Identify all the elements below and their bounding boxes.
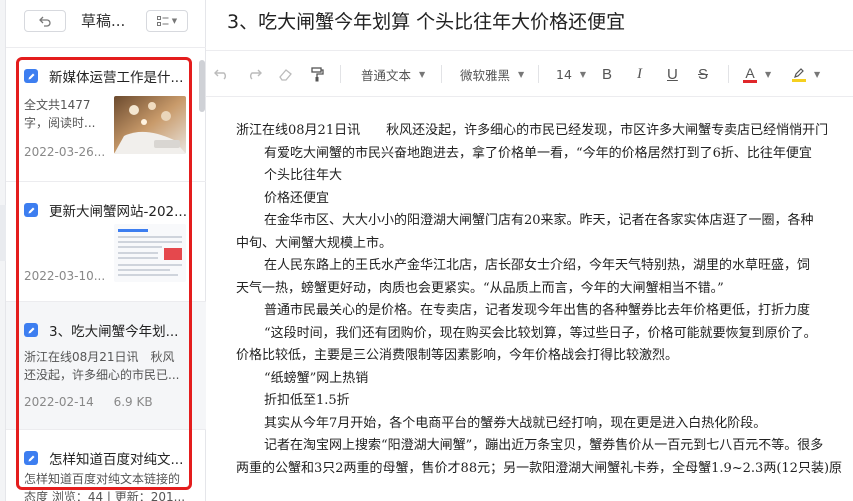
toolbar-divider <box>441 65 442 83</box>
font-size-select[interactable]: 14 ▼ <box>556 63 586 85</box>
list-item[interactable]: 怎样知道百度对纯文... 怎样知道百度对纯文本链接的 态度 浏览：44 | 更新… <box>6 430 206 501</box>
list-item-date: 2022-03-10... <box>24 269 106 283</box>
draft-list: 新媒体运营工作是什... 全文共1477 字，阅读时... 2022-03-26… <box>6 48 206 501</box>
body-subheading: 价格还便宜 <box>264 190 330 206</box>
body-paragraph: 其实从今年7月开始，各个电商平台的蟹券大战就已经打响，现在更是进入白热化阶段。 <box>264 415 767 431</box>
list-item-meta: 2022-02-14 6.9 KB <box>24 394 153 410</box>
toolbar-divider <box>340 65 341 83</box>
list-item-date: 2022-03-26... <box>24 145 106 159</box>
clear-format-button[interactable] <box>278 63 293 85</box>
list-item-excerpt: 全文共1477 字，阅读时... <box>24 98 96 130</box>
chevron-down-icon: ▼ <box>765 69 772 79</box>
return-arrow-icon <box>39 16 51 27</box>
list-item-title: 新媒体运营工作是什... <box>49 70 184 86</box>
redo-icon <box>250 69 262 80</box>
font-size-label: 14 <box>556 66 572 82</box>
paragraph-style-label: 普通文本 <box>361 67 412 83</box>
list-item-excerpt: 怎样知道百度对纯文本链接的 态度 浏览：44 | 更新：201... <box>24 472 186 501</box>
bold-icon: B <box>602 65 613 83</box>
format-painter-icon <box>311 66 324 81</box>
edit-document-icon <box>24 203 38 217</box>
body-subheading: 个头比往年大 <box>264 168 343 183</box>
body-subheading: 折扣低至1.5折 <box>264 393 350 408</box>
draft-panel-header: 草稿... ▼ <box>6 0 206 48</box>
body-paragraph: 两重的公蟹和3只2两重的母蟹，售价才88元；另一款阳澄湖大闸蟹礼卡券，全母蟹1.… <box>236 460 843 476</box>
chevron-down-icon: ▼ <box>579 69 587 79</box>
format-painter-button[interactable] <box>310 63 324 85</box>
body-paragraph: 记者在淘宝网上搜索“阳澄湖大闸蟹”，蹦出近万条宝贝，蟹券售价从一百元到七八百元不… <box>264 438 824 453</box>
body-paragraph: 浙江在线08月21日讯 秋风还没起，许多细心的市民已经发现，市区许多大闸蟹专卖店… <box>236 123 829 138</box>
underline-icon: U <box>667 65 678 83</box>
bold-button[interactable]: B <box>602 63 612 85</box>
panel-title: 草稿... <box>81 12 126 30</box>
list-item[interactable]: 新媒体运营工作是什... 全文共1477 字，阅读时... 2022-03-26… <box>6 48 206 182</box>
document-title[interactable]: 3、吃大闸蟹今年划算 个头比往年大价格还便宜 <box>227 10 625 34</box>
editor-pane: 3、吃大闸蟹今年划算 个头比往年大价格还便宜 普通文本 ▼ 微软雅黑 ▼ 14 ▼ B <box>206 0 853 501</box>
toolbar-divider <box>538 65 539 83</box>
list-item[interactable]: 3、吃大闸蟹今年划... 浙江在线08月21日讯 秋风 还没起，许多细心的市民已… <box>6 302 206 430</box>
italic-icon: I <box>637 65 642 82</box>
edit-document-icon <box>24 451 38 465</box>
document-body[interactable]: 浙江在线08月21日讯 秋风还没起，许多细心的市民已经发现，市区许多大闸蟹专卖店… <box>236 120 853 480</box>
body-paragraph: 价格比较低，主要是三公消费限制等因素影响，今年价格战会打得比较激烈。 <box>236 348 679 363</box>
italic-button[interactable]: I <box>637 63 642 85</box>
body-paragraph: 有爱吃大闸蟹的市民兴奋地跑进去，拿了价格单一看，“今年的价格居然打到了6折、比往… <box>264 145 812 161</box>
draft-list-panel: 草稿... ▼ 新媒体运营工作是什... 全文共1477 字，阅读时... 20… <box>6 0 206 501</box>
webpage-thumbnail <box>114 224 186 282</box>
list-item-title: 3、吃大闸蟹今年划... <box>49 324 179 340</box>
font-color-button[interactable]: A ▼ <box>743 63 771 85</box>
font-family-select[interactable]: 微软雅黑 ▼ <box>460 63 524 85</box>
body-paragraph: 中旬、大闸蟹大规模上市。 <box>236 235 393 251</box>
eraser-icon <box>279 68 292 81</box>
strikethrough-button[interactable]: S <box>698 63 708 85</box>
view-mode-button[interactable]: ▼ <box>146 10 188 32</box>
list-item-title: 怎样知道百度对纯文... <box>49 452 184 468</box>
strikethrough-icon: S <box>698 65 709 83</box>
chevron-down-icon: ▼ <box>419 69 426 79</box>
list-item-title: 更新大闸蟹网站-202... <box>49 204 188 220</box>
body-paragraph: 在人民东路上的王氏水产金华江北店，店长邵女士介绍，今年天气特别热，湖里的水草旺盛… <box>264 258 811 273</box>
format-toolbar: 普通文本 ▼ 微软雅黑 ▼ 14 ▼ B I U S A ▼ ▼ <box>206 50 853 97</box>
chevron-down-icon: ▼ <box>171 17 178 25</box>
list-item[interactable]: 更新大闸蟹网站-202... 2022-03-10... <box>6 182 206 302</box>
body-paragraph: 天气一热，螃蟹更好动，肉质也会更紧实。“从品质上而言，今年的大闸蟹相当不错。” <box>236 280 724 296</box>
body-paragraph: 普通市民最关心的是价格。在专卖店，记者发现今年出售的各种蟹券比去年价格更低，打折… <box>264 303 811 318</box>
highlighter-icon <box>792 67 806 82</box>
underline-button[interactable]: U <box>667 63 678 85</box>
redo-button[interactable] <box>246 63 262 85</box>
chevron-down-icon: ▼ <box>814 69 821 79</box>
edit-document-icon <box>24 69 38 83</box>
undo-button[interactable] <box>214 63 230 85</box>
list-item-excerpt: 浙江在线08月21日讯 秋风 还没起，许多细心的市民已... <box>24 350 180 382</box>
back-button[interactable] <box>24 10 66 32</box>
list-item-date: 2022-02-14 <box>24 395 94 409</box>
list-scrollbar[interactable] <box>199 60 205 112</box>
chevron-down-icon: ▼ <box>518 69 525 79</box>
font-family-label: 微软雅黑 <box>460 67 511 83</box>
body-subheading: “纸螃蟹”网上热销 <box>264 370 369 386</box>
highlight-color-button[interactable]: ▼ <box>792 63 820 85</box>
list-item-size: 6.9 KB <box>113 395 153 409</box>
article-thumbnail <box>114 96 186 154</box>
paragraph-style-select[interactable]: 普通文本 ▼ <box>361 63 425 85</box>
body-paragraph: “这段时间，我们还有团购价，现在购买会比较划算，等过些日子，价格可能就要恢复到原… <box>264 325 817 341</box>
toolbar-divider <box>728 65 729 83</box>
body-paragraph: 在金华市区、大大小小的阳澄湖大闸蟹门店有20来家。昨天，记者在各家实体店逛了一圈… <box>264 213 814 228</box>
list-view-icon <box>156 15 169 26</box>
edit-document-icon <box>24 323 38 337</box>
undo-icon <box>214 69 226 80</box>
font-color-icon: A <box>743 66 757 83</box>
